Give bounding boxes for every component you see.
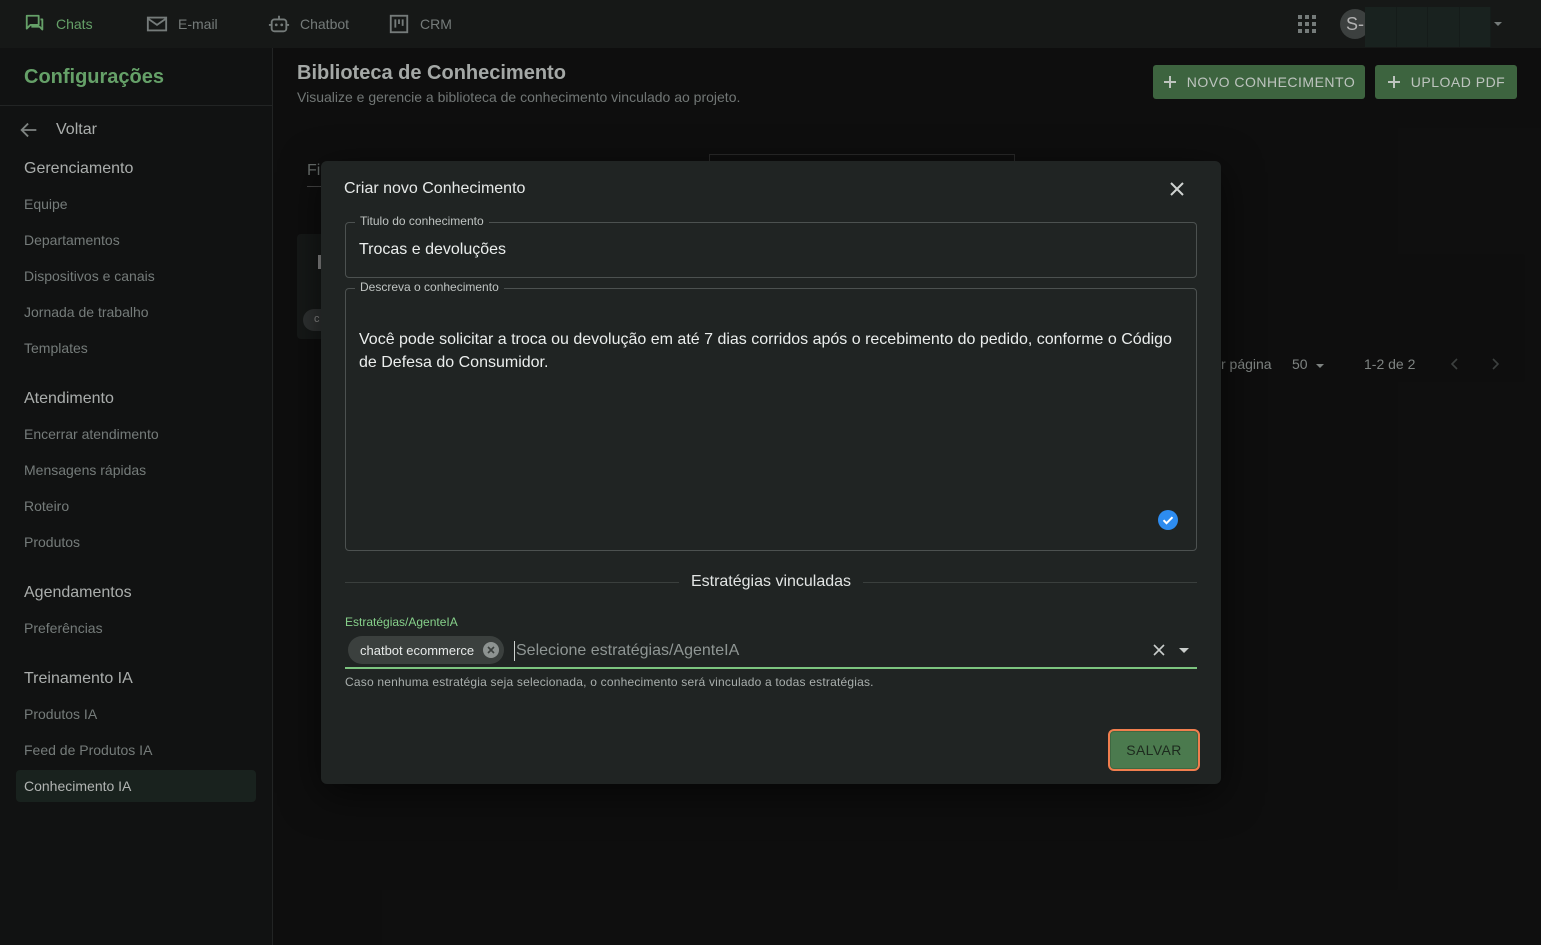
create-knowledge-dialog: Criar novo Conhecimento Titulo do conhec…: [321, 161, 1221, 784]
strategies-divider-label: Estratégias vinculadas: [690, 573, 852, 590]
description-field[interactable]: Descreva o conhecimento Você pode solici…: [345, 280, 1197, 551]
title-field-value[interactable]: Trocas e devoluções: [359, 241, 506, 259]
strategies-divider: Estratégias vinculadas: [345, 571, 1197, 593]
description-field-value[interactable]: Você pode solicitar a troca ou devolução…: [359, 328, 1179, 374]
strategies-autocomplete[interactable]: chatbot ecommerce Selecione estratégias/…: [345, 633, 1197, 669]
title-field-label: Titulo do conhecimento: [355, 214, 489, 228]
strategies-label: Estratégias/AgenteIA: [345, 615, 458, 629]
check-circle-icon: [1158, 510, 1178, 530]
strategies-input-placeholder[interactable]: Selecione estratégias/AgenteIA: [514, 641, 739, 661]
dialog-title: Criar novo Conhecimento: [344, 180, 526, 197]
strategy-chip[interactable]: chatbot ecommerce: [348, 636, 505, 664]
title-field[interactable]: Titulo do conhecimento Trocas e devoluçõ…: [345, 214, 1197, 278]
chip-remove-icon[interactable]: [482, 641, 500, 659]
strategy-chip-label: chatbot ecommerce: [360, 642, 475, 658]
close-icon[interactable]: [1167, 179, 1187, 199]
save-button[interactable]: SALVAR: [1108, 729, 1200, 771]
description-field-label: Descreva o conhecimento: [355, 280, 504, 294]
clear-icon[interactable]: [1151, 642, 1167, 658]
strategies-helper-text: Caso nenhuma estratégia seja selecionada…: [345, 675, 874, 689]
chevron-down-icon[interactable]: [1177, 643, 1191, 657]
